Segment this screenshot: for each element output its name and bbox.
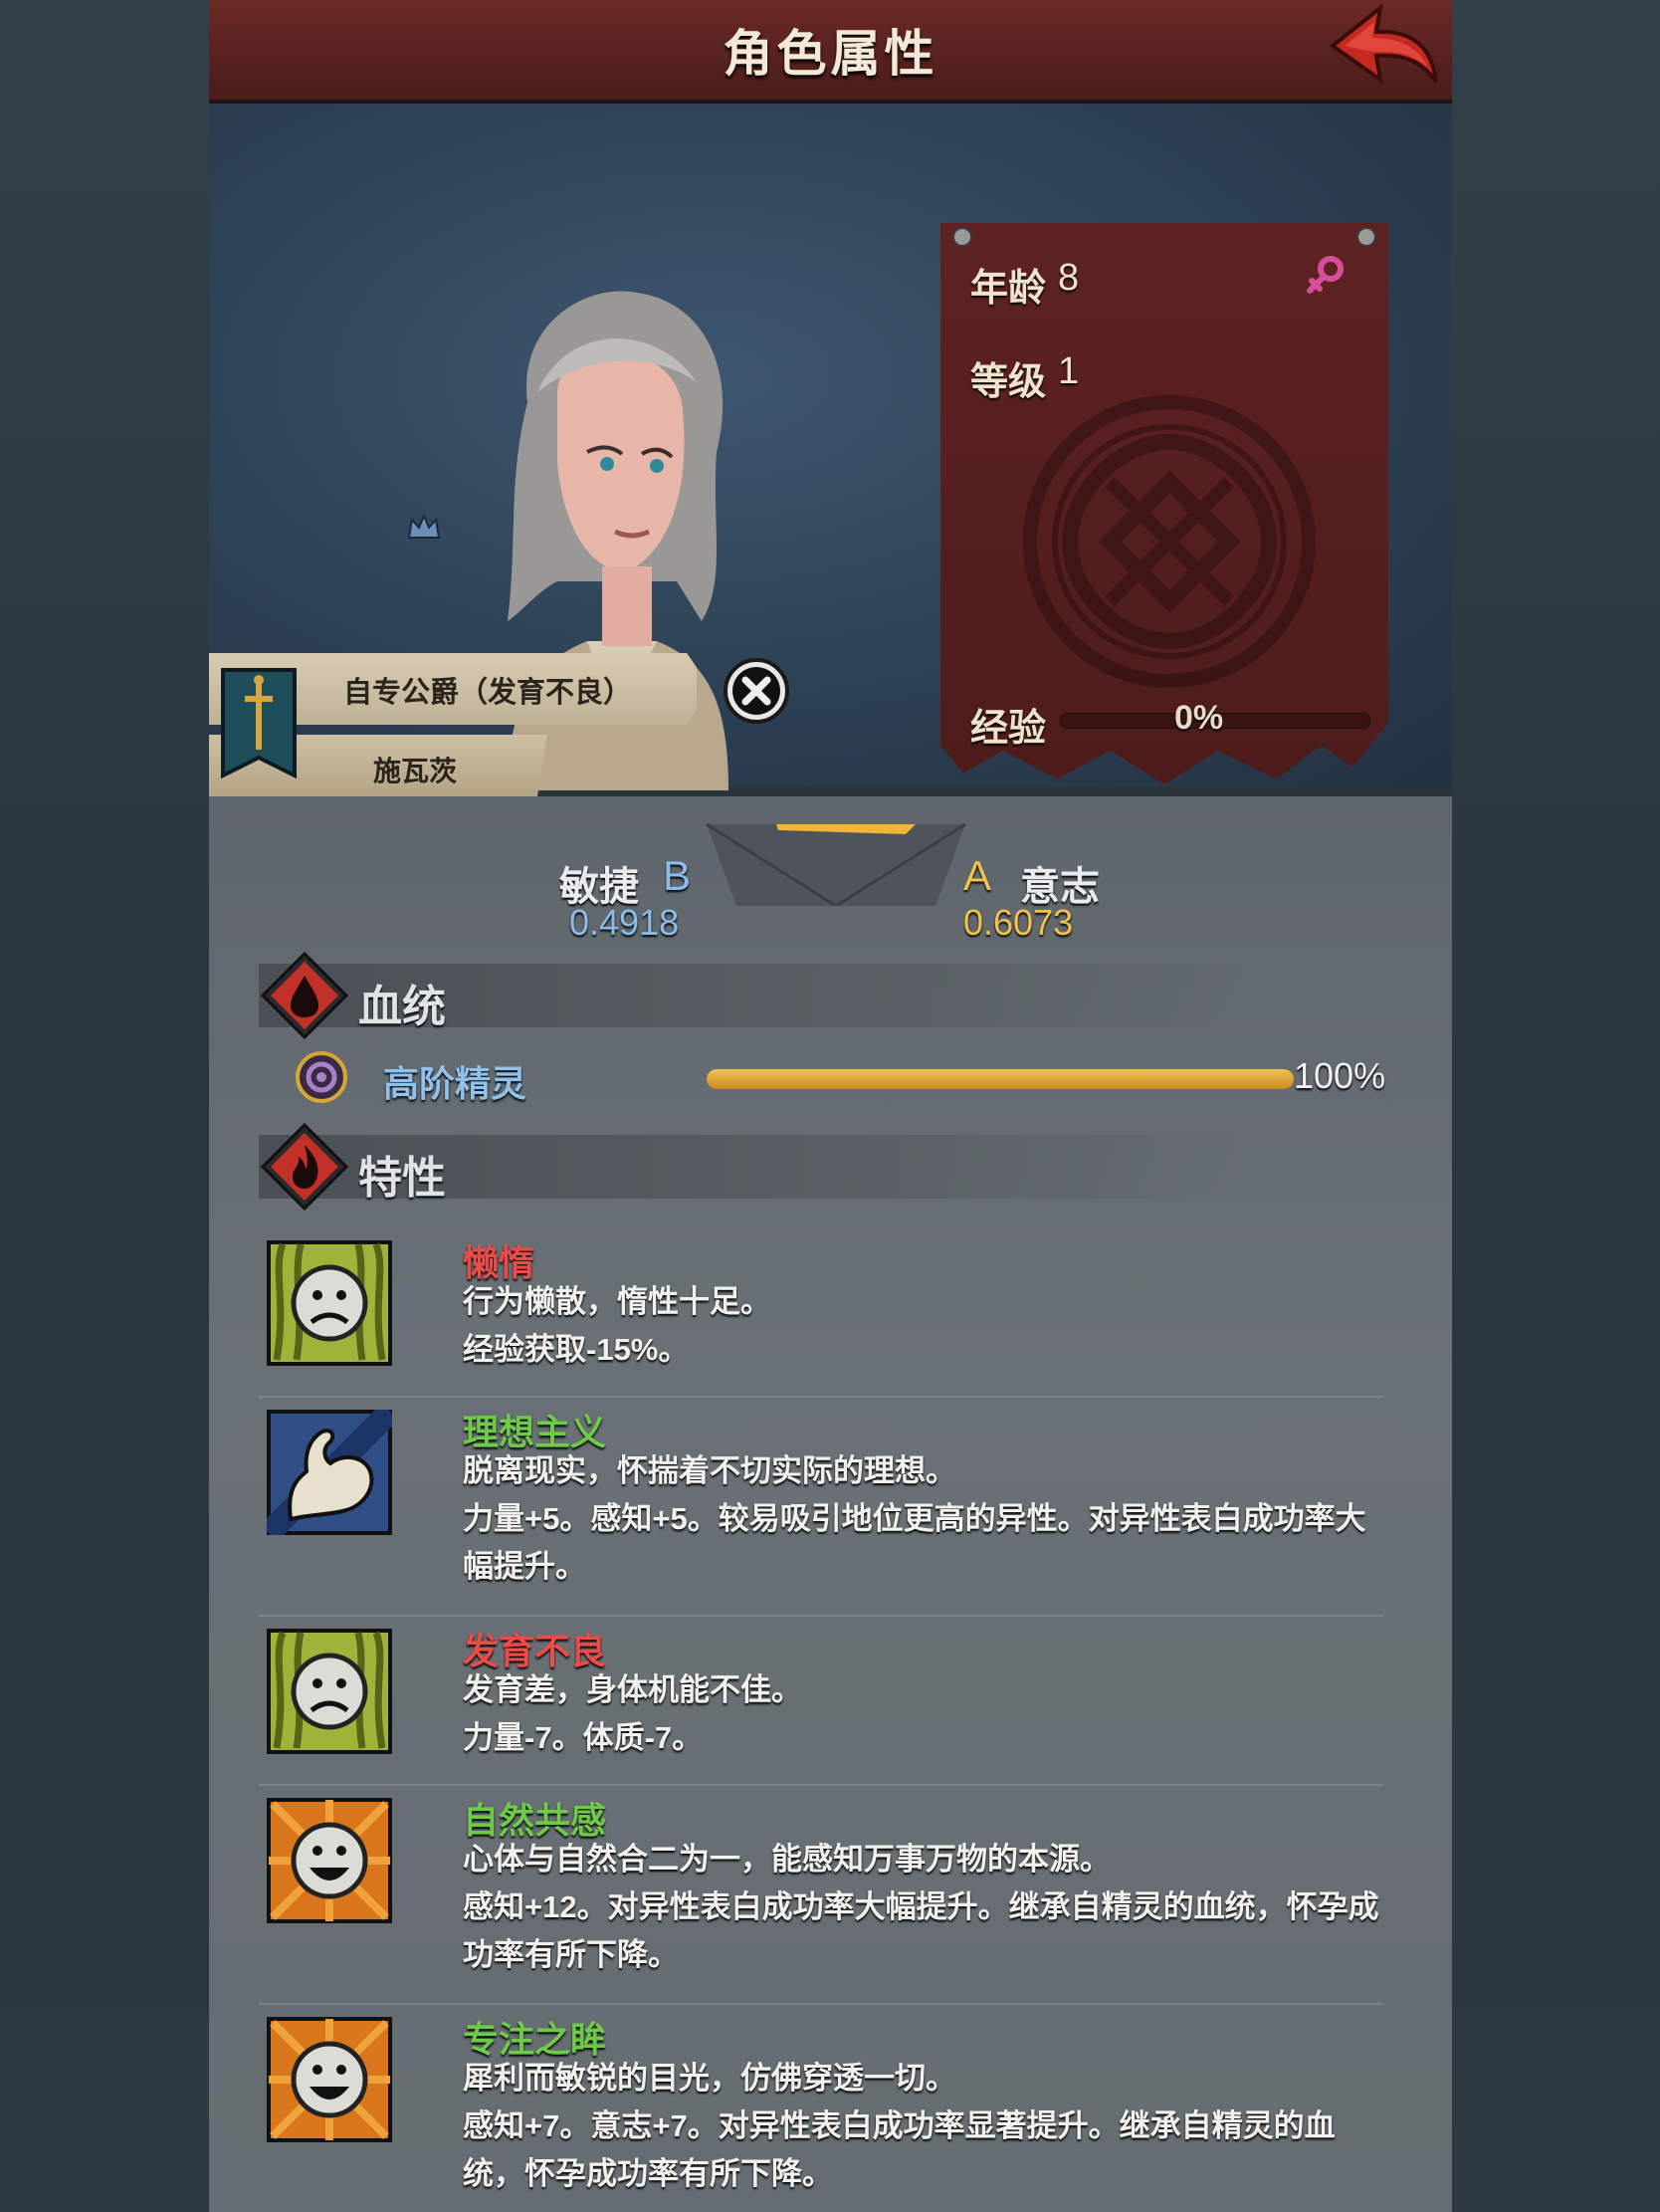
back-button[interactable] — [1325, 2, 1442, 94]
trait-description: 脱离现实，怀揣着不切实际的理想。 — [463, 1453, 956, 1488]
page-title: 角色属性 — [723, 26, 938, 82]
right-background — [1452, 0, 1660, 2212]
bloodline-progress-bar — [707, 1069, 1294, 1089]
card-pin — [952, 227, 972, 247]
trait-description: 犀利而敏锐的目光，仿佛穿透一切。 — [463, 2061, 956, 2096]
level-label: 等级 — [970, 361, 1047, 403]
trait-description: 心体与自然合二为一，能感知万事万物的本源。 — [463, 1842, 1111, 1877]
trait-item: 自然共感 心体与自然合二为一，能感知万事万物的本源。 感知+12。对异性表白成功… — [259, 1792, 1383, 2005]
bloodline-row: 高阶精灵 100% — [209, 1047, 1452, 1107]
trait-effect: 力量+5。感知+5。较易吸引地位更高的异性。对异性表白成功率大幅提升。 — [463, 1501, 1366, 1584]
house-sword-banner-icon — [221, 668, 297, 779]
trait-effect: 力量-7。体质-7。 — [463, 1720, 704, 1755]
trait-description: 行为懒散，惰性十足。 — [463, 1284, 771, 1319]
bloodline-tab-content: 敏捷 B 0.4918 A 意志 0.6073 血统 高阶精灵 100% 特性 … — [209, 796, 1452, 2212]
trait-effect: 经验获取-15%。 — [463, 1332, 690, 1367]
back-arrow-icon — [1329, 3, 1438, 85]
remove-title-button[interactable] — [722, 656, 791, 726]
sad-face-green-icon[interactable] — [267, 1629, 392, 1754]
trait-item: 发育不良 发育差，身体机能不佳。 力量-7。体质-7。 — [259, 1623, 1383, 1786]
card-pin — [1356, 227, 1376, 247]
bloodline-percent: 100% — [1294, 1055, 1386, 1096]
trait-item: 理想主义 脱离现实，怀揣着不切实际的理想。 力量+5。感知+5。较易吸引地位更高… — [259, 1404, 1383, 1617]
stat-will-value: 0.6073 — [963, 902, 1074, 943]
flexed-arm-icon[interactable] — [267, 1410, 392, 1535]
level-value: 1 — [1058, 350, 1080, 392]
blood-drop-icon — [260, 951, 349, 1040]
stat-agility-value: 0.4918 — [569, 902, 680, 943]
happy-face-orange-icon[interactable] — [267, 1798, 392, 1923]
elf-bloodline-icon — [296, 1051, 347, 1103]
character-attributes-panel: 角色属性 自专公爵（发育不良） 施瓦茨 年龄 8 等级 1 经验 0% 敏捷 B… — [209, 0, 1452, 2212]
stat-will-grade: A — [963, 852, 992, 899]
stat-agility-grade: B — [663, 852, 692, 899]
left-background — [0, 0, 209, 2212]
trait-effect: 感知+12。对异性表白成功率大幅提升。继承自精灵的血统，怀孕成功率有所下降。 — [463, 1889, 1379, 1972]
sad-face-green-icon[interactable] — [267, 1240, 392, 1366]
flame-icon — [260, 1122, 349, 1212]
exp-percent: 0% — [1174, 699, 1224, 737]
bloodline-name: 高阶精灵 — [383, 1063, 527, 1104]
trait-description: 发育差，身体机能不佳。 — [463, 1672, 802, 1707]
age-label: 年龄 — [970, 268, 1047, 310]
attribute-radar-chart — [706, 822, 966, 906]
female-symbol-icon — [1307, 256, 1344, 294]
trait-item: 专注之眸 犀利而敏锐的目光，仿佛穿透一切。 感知+7。意志+7。对异性表白成功率… — [259, 2011, 1383, 2212]
close-icon — [724, 658, 789, 724]
bloodline-section-title: 血统 — [358, 983, 446, 1031]
bloodline-progress-fill — [707, 1069, 1294, 1089]
celtic-knot-emblem-icon — [1023, 395, 1316, 688]
character-name: 施瓦茨 — [373, 756, 458, 786]
happy-face-orange-icon[interactable] — [267, 2017, 392, 2142]
trait-effect: 感知+7。意志+7。对异性表白成功率显著提升。继承自精灵的血统，怀孕成功率有所下… — [463, 2108, 1336, 2191]
crown-rank-icon — [407, 513, 441, 539]
age-value: 8 — [1058, 257, 1080, 299]
hero-area: 自专公爵（发育不良） 施瓦茨 年龄 8 等级 1 经验 0% — [209, 104, 1452, 908]
exp-label: 经验 — [970, 708, 1047, 750]
traits-section-title: 特性 — [358, 1154, 446, 1203]
title-bar: 角色属性 — [209, 0, 1452, 104]
character-rank: 自专公爵（发育不良） — [343, 677, 633, 709]
character-info-card: 年龄 8 等级 1 经验 0% — [940, 223, 1388, 785]
trait-item: 懒惰 行为懒散，惰性十足。 经验获取-15%。 — [259, 1234, 1383, 1398]
